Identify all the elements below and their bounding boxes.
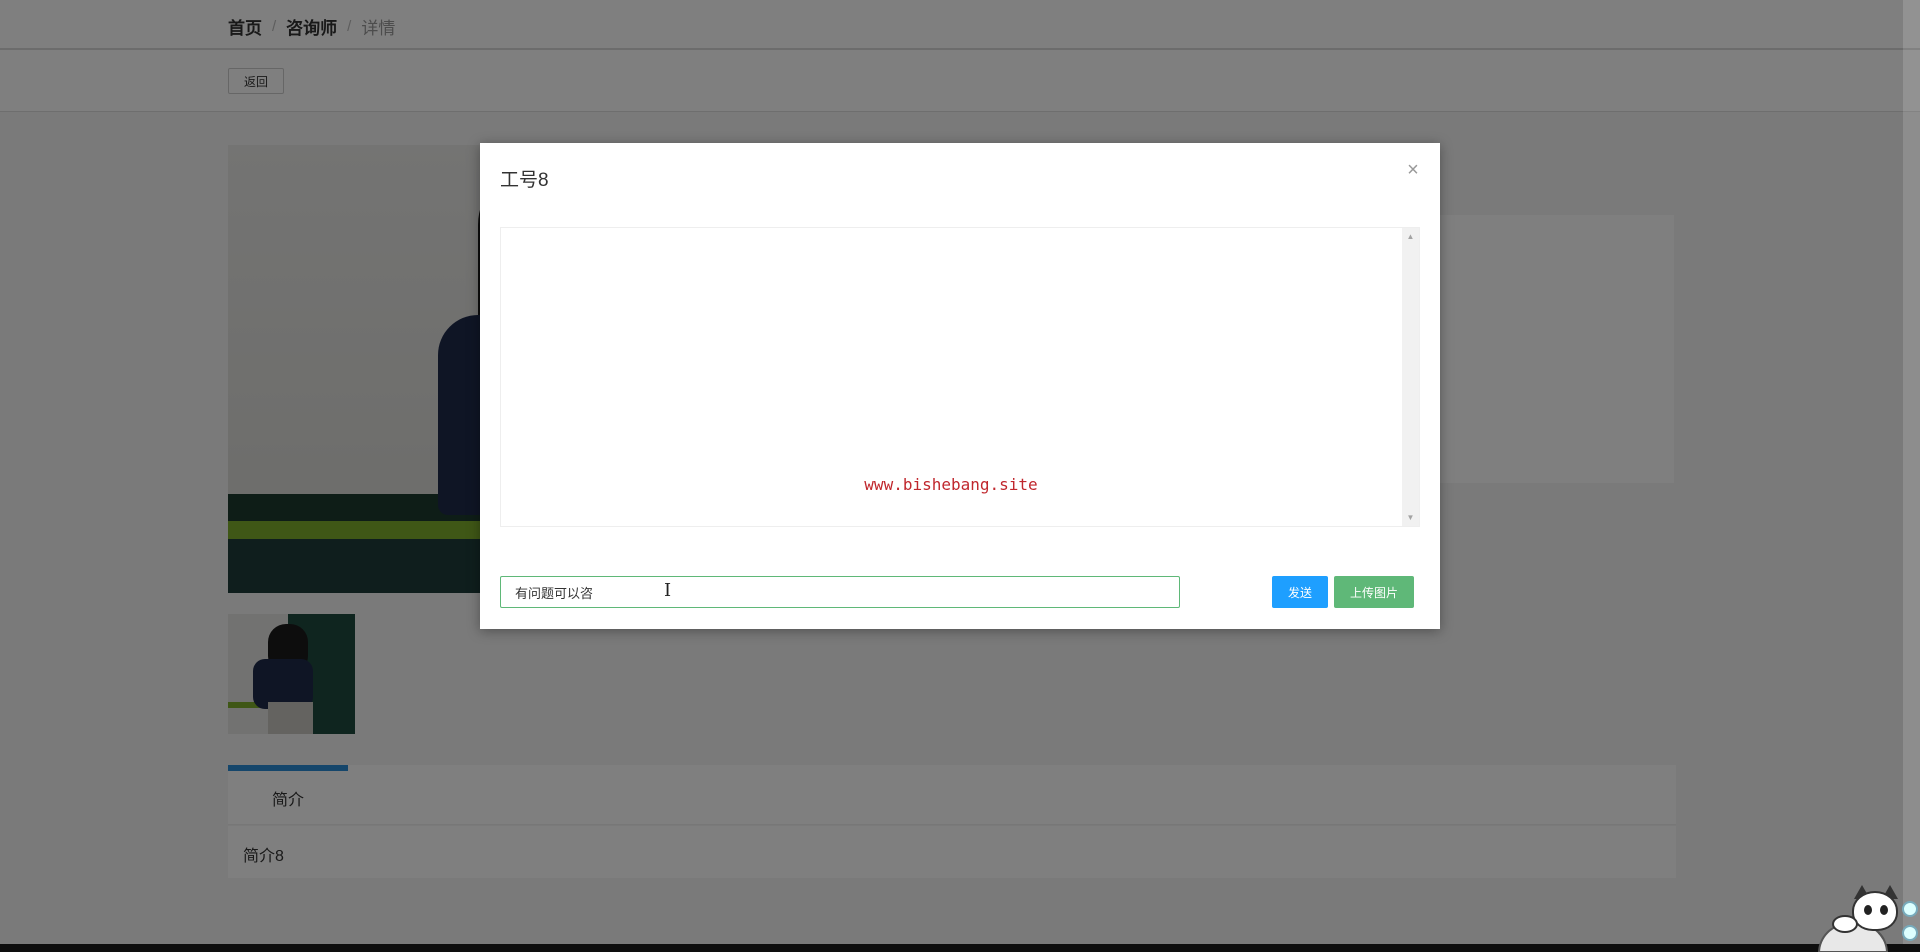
mascot-eye [1880,905,1888,915]
mascot-settings-icon[interactable] [1902,925,1918,941]
chat-history[interactable]: www.bishebang.site ▲ ▼ [500,227,1420,527]
watermark-text: www.bishebang.site [864,475,1038,494]
upload-image-button[interactable]: 上传图片 [1334,576,1414,608]
mascot-eye [1864,905,1872,915]
page-scrollbar[interactable] [1903,0,1920,944]
chat-modal: 工号8 × www.bishebang.site ▲ ▼ I 发送 上传图片 [480,143,1440,629]
mascot-chat-icon[interactable] [1902,901,1918,917]
modal-title: 工号8 [500,170,549,191]
send-button[interactable]: 发送 [1272,576,1328,608]
chat-scrollbar[interactable]: ▲ ▼ [1402,228,1419,526]
scroll-down-arrow-icon[interactable]: ▼ [1402,509,1419,526]
mascot-paw [1832,915,1858,933]
scroll-up-arrow-icon[interactable]: ▲ [1402,228,1419,245]
chat-message-input[interactable] [500,576,1180,608]
mascot-widget[interactable] [1810,885,1920,952]
close-icon[interactable]: × [1402,159,1424,181]
mascot-head [1852,891,1898,931]
